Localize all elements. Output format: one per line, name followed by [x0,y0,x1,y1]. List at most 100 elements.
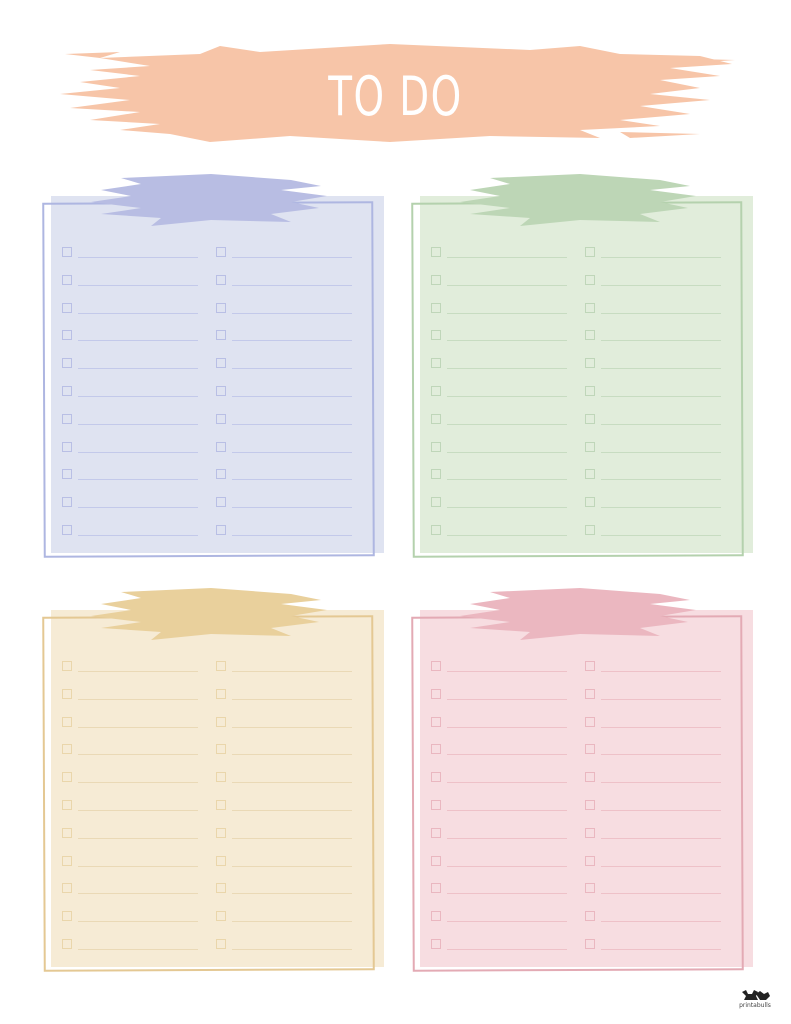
checkbox[interactable] [431,716,441,727]
write-line[interactable] [601,865,721,867]
write-line[interactable] [447,893,567,895]
write-line[interactable] [232,698,352,700]
checkbox[interactable] [431,497,441,508]
checkbox[interactable] [216,716,226,727]
checkbox[interactable] [62,661,72,671]
write-line[interactable] [447,479,567,481]
write-line[interactable] [601,921,721,923]
write-line[interactable] [601,340,721,342]
write-line[interactable] [232,893,352,895]
write-line[interactable] [232,451,352,453]
write-line[interactable] [78,284,198,286]
checkbox[interactable] [431,799,441,810]
write-line[interactable] [447,340,567,342]
checkbox[interactable] [62,247,72,257]
write-line[interactable] [232,284,352,286]
write-line[interactable] [78,451,198,453]
checkbox[interactable] [585,441,595,452]
checkbox[interactable] [216,497,226,508]
write-line[interactable] [232,865,352,867]
checkbox[interactable] [216,441,226,452]
write-line[interactable] [232,312,352,314]
write-line[interactable] [78,507,198,509]
write-line[interactable] [78,782,198,784]
checkbox[interactable] [431,883,441,894]
write-line[interactable] [78,534,198,536]
write-line[interactable] [447,395,567,397]
checkbox[interactable] [585,302,595,313]
checkbox[interactable] [431,441,441,452]
write-line[interactable] [232,395,352,397]
write-line[interactable] [601,726,721,728]
checkbox[interactable] [431,330,441,341]
checkbox[interactable] [216,688,226,699]
checkbox[interactable] [62,716,72,727]
checkbox[interactable] [585,716,595,727]
write-line[interactable] [447,368,567,370]
write-line[interactable] [447,534,567,536]
checkbox[interactable] [585,883,595,894]
checkbox[interactable] [62,385,72,396]
checkbox[interactable] [585,772,595,783]
write-line[interactable] [232,754,352,756]
checkbox[interactable] [62,744,72,755]
checkbox[interactable] [585,799,595,810]
write-line[interactable] [601,479,721,481]
write-line[interactable] [232,479,352,481]
checkbox[interactable] [216,855,226,866]
write-line[interactable] [601,534,721,536]
checkbox[interactable] [62,855,72,866]
checkbox[interactable] [431,744,441,755]
write-line[interactable] [447,451,567,453]
write-line[interactable] [232,921,352,923]
write-line[interactable] [78,423,198,425]
checkbox[interactable] [216,413,226,424]
write-line[interactable] [447,698,567,700]
checkbox[interactable] [431,827,441,838]
write-line[interactable] [447,257,567,258]
checkbox[interactable] [585,938,595,949]
checkbox[interactable] [585,385,595,396]
checkbox[interactable] [216,358,226,369]
write-line[interactable] [78,340,198,342]
write-line[interactable] [447,726,567,728]
checkbox[interactable] [216,469,226,480]
checkbox[interactable] [585,413,595,424]
write-line[interactable] [78,257,198,258]
write-line[interactable] [232,726,352,728]
checkbox[interactable] [62,772,72,783]
checkbox[interactable] [431,413,441,424]
write-line[interactable] [78,948,198,950]
write-line[interactable] [601,809,721,811]
checkbox[interactable] [62,688,72,699]
checkbox[interactable] [62,524,72,535]
write-line[interactable] [601,312,721,314]
checkbox[interactable] [216,247,226,257]
write-line[interactable] [601,423,721,425]
checkbox[interactable] [431,524,441,535]
write-line[interactable] [232,837,352,839]
write-line[interactable] [447,507,567,509]
checkbox[interactable] [431,358,441,369]
write-line[interactable] [447,782,567,784]
checkbox[interactable] [62,413,72,424]
write-line[interactable] [447,312,567,314]
checkbox[interactable] [431,661,441,671]
checkbox[interactable] [585,661,595,671]
write-line[interactable] [78,479,198,481]
write-line[interactable] [601,837,721,839]
checkbox[interactable] [431,274,441,285]
checkbox[interactable] [585,855,595,866]
write-line[interactable] [78,893,198,895]
checkbox[interactable] [216,302,226,313]
checkbox[interactable] [431,247,441,257]
checkbox[interactable] [62,302,72,313]
checkbox[interactable] [62,358,72,369]
checkbox[interactable] [62,441,72,452]
checkbox[interactable] [62,330,72,341]
write-line[interactable] [447,284,567,286]
checkbox[interactable] [585,911,595,922]
write-line[interactable] [232,948,352,950]
write-line[interactable] [232,782,352,784]
checkbox[interactable] [585,497,595,508]
